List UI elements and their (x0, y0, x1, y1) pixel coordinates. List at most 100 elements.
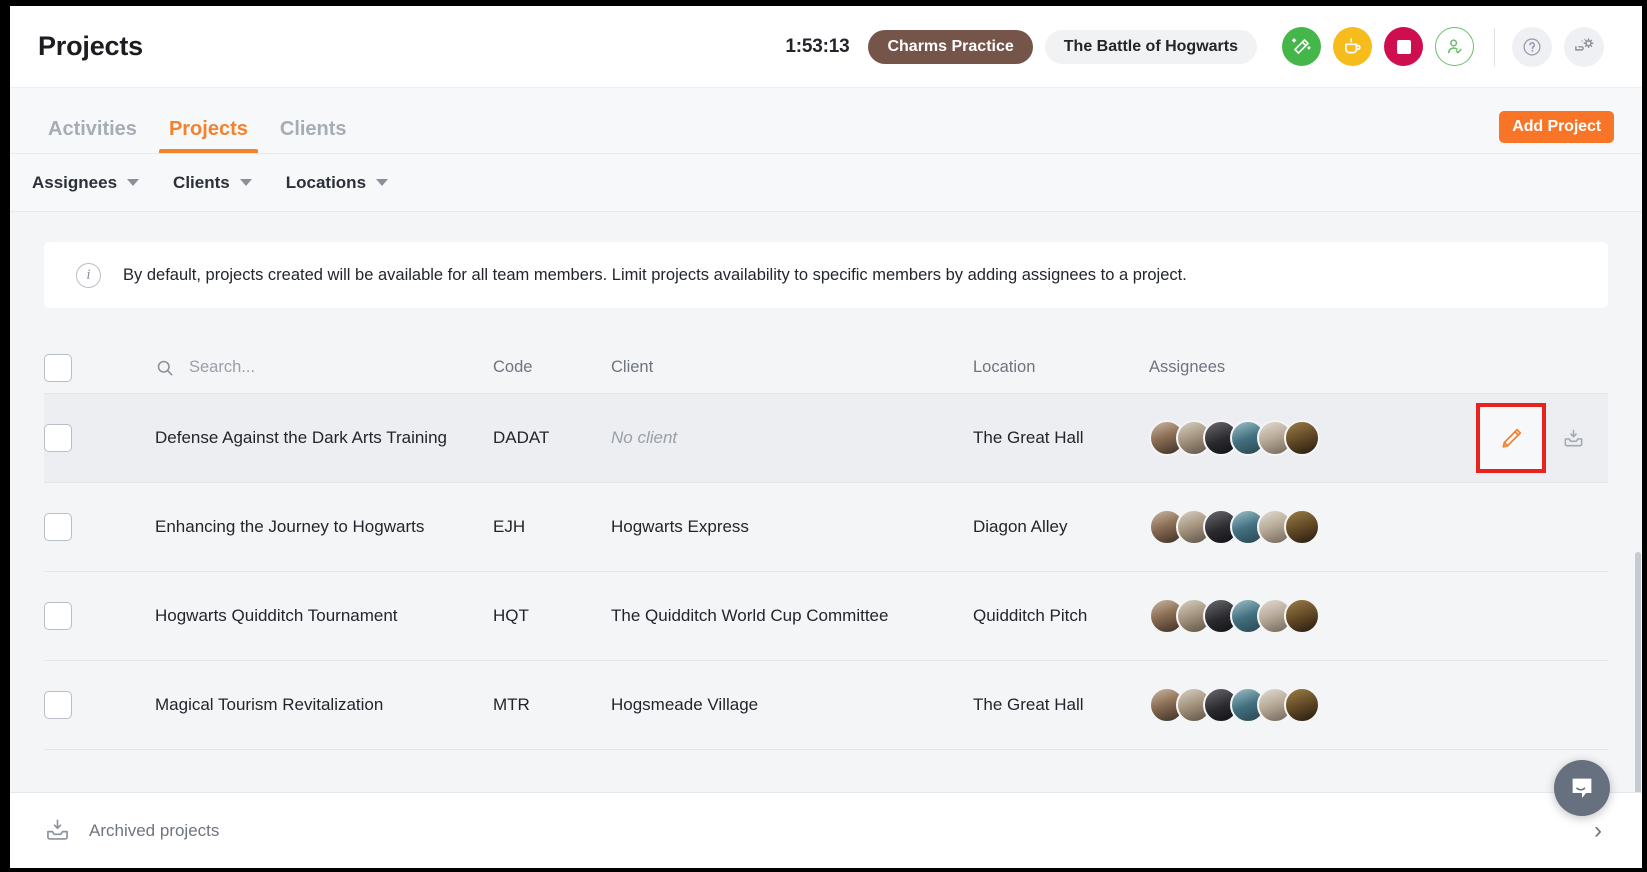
help-button[interactable] (1512, 26, 1552, 67)
intercom-chat-button[interactable] (1554, 760, 1610, 816)
project-name: Enhancing the Journey to Hogwarts (155, 517, 425, 536)
column-header-assignees[interactable]: Assignees (1149, 358, 1389, 377)
header-divider (1494, 27, 1495, 66)
avatar (1284, 509, 1320, 545)
gear-hand-icon (1574, 38, 1593, 51)
tab-clients[interactable]: Clients (264, 119, 363, 153)
project-code: DADAT (493, 428, 550, 447)
main-content: i By default, projects created will be a… (10, 212, 1642, 868)
tab-activities[interactable]: Activities (32, 119, 153, 153)
info-banner: i By default, projects created will be a… (44, 242, 1608, 308)
timer-display: 1:53:13 (785, 35, 850, 57)
row-select-cell (44, 691, 116, 719)
archive-box-icon (1564, 429, 1582, 446)
archive-project-button[interactable] (1556, 421, 1590, 455)
project-client: No client (611, 428, 678, 447)
edit-project-button[interactable] (1489, 416, 1533, 460)
projects-table: Search... Code Client Location Assignees… (44, 342, 1608, 750)
project-assignees (1149, 509, 1389, 545)
avatar (1284, 598, 1320, 634)
row-actions (1389, 403, 1608, 473)
project-name: Magical Tourism Revitalization (155, 695, 384, 714)
row-select-cell (44, 602, 116, 630)
avatar-group (1149, 687, 1389, 723)
table-row[interactable]: Defense Against the Dark Arts Training D… (44, 394, 1608, 483)
row-select-cell (44, 513, 116, 541)
table-row[interactable]: Hogwarts Quidditch Tournament HQT The Qu… (44, 572, 1608, 661)
filter-assignees[interactable]: Assignees (32, 173, 157, 193)
info-banner-text: By default, projects created will be ava… (123, 265, 1187, 284)
project-assignees (1149, 598, 1389, 634)
footer-bar: Archived projects › (10, 792, 1642, 868)
project-client: Hogsmeade Village (611, 695, 759, 714)
row-checkbox[interactable] (44, 602, 72, 630)
top-header-bar: Projects 1:53:13 Charms Practice The Bat… (10, 6, 1642, 88)
coffee-cup-icon (1345, 38, 1361, 54)
stop-timer-button[interactable] (1384, 27, 1423, 66)
project-code: EJH (493, 517, 526, 536)
app-window: Projects 1:53:13 Charms Practice The Bat… (10, 6, 1642, 868)
project-name: Defense Against the Dark Arts Training (155, 428, 447, 447)
stop-square-icon (1396, 39, 1411, 54)
table-header-row: Search... Code Client Location Assignees (44, 342, 1608, 394)
chevron-down-icon (376, 179, 389, 186)
filter-clients-label: Clients (173, 172, 230, 192)
search-input[interactable]: Search... (189, 358, 255, 377)
add-project-button[interactable]: Add Project (1499, 111, 1614, 143)
filter-locations-label: Locations (285, 172, 367, 192)
row-checkbox[interactable] (44, 424, 72, 452)
start-break-button[interactable] (1282, 27, 1321, 66)
user-check-button[interactable] (1435, 27, 1474, 66)
edit-project-highlight (1476, 403, 1546, 473)
chevron-down-icon (127, 179, 140, 186)
filter-bar: Assignees Clients Locations (10, 154, 1642, 212)
avatar-group (1149, 509, 1389, 545)
tab-projects[interactable]: Projects (153, 119, 264, 153)
filter-assignees-label: Assignees (32, 172, 118, 192)
page-title: Projects (38, 31, 143, 61)
project-location: Diagon Alley (973, 517, 1068, 536)
question-mark-icon (1523, 37, 1541, 56)
project-assignees (1149, 420, 1389, 456)
header-controls: 1:53:13 Charms Practice The Battle of Ho… (785, 26, 1604, 67)
project-location: The Great Hall (973, 695, 1084, 714)
column-header-code[interactable]: Code (493, 358, 611, 377)
chevron-down-icon (239, 179, 252, 186)
info-icon: i (76, 262, 101, 288)
project-name: Hogwarts Quidditch Tournament (155, 606, 398, 625)
row-checkbox[interactable] (44, 513, 72, 541)
chat-bubble-icon (1572, 778, 1592, 798)
select-all-cell (44, 353, 116, 382)
coffee-break-button[interactable] (1333, 27, 1372, 66)
table-row[interactable]: Magical Tourism Revitalization MTR Hogsm… (44, 661, 1608, 750)
settings-button[interactable] (1564, 26, 1604, 67)
current-project-pill[interactable]: The Battle of Hogwarts (1044, 29, 1257, 64)
column-header-client[interactable]: Client (611, 358, 973, 377)
search-icon (157, 360, 173, 375)
avatar (1284, 687, 1320, 723)
row-select-cell (44, 424, 116, 452)
project-location: Quidditch Pitch (973, 606, 1088, 625)
archived-projects-link[interactable]: Archived projects (89, 821, 219, 841)
project-code: HQT (493, 606, 529, 625)
chevron-right-icon[interactable]: › (1594, 817, 1608, 845)
project-assignees (1149, 687, 1389, 723)
pencil-icon (1501, 428, 1521, 448)
select-all-checkbox[interactable] (44, 353, 72, 382)
row-checkbox[interactable] (44, 691, 72, 719)
table-row[interactable]: Enhancing the Journey to Hogwarts EJH Ho… (44, 483, 1608, 572)
project-client: The Quidditch World Cup Committee (611, 606, 889, 625)
avatar-group (1149, 598, 1389, 634)
avatar-group (1149, 420, 1389, 456)
archive-box-icon (47, 819, 68, 840)
project-code: MTR (493, 695, 530, 714)
current-activity-pill[interactable]: Charms Practice (868, 29, 1033, 64)
filter-locations[interactable]: Locations (286, 173, 406, 193)
project-client: Hogwarts Express (611, 517, 749, 536)
wand-icon (1291, 38, 1311, 54)
filter-clients[interactable]: Clients (173, 173, 270, 193)
search-cell: Search... (116, 358, 493, 378)
project-location: The Great Hall (973, 428, 1084, 447)
column-header-location[interactable]: Location (973, 358, 1149, 377)
main-tab-bar: Activities Projects Clients Add Project (10, 88, 1642, 154)
